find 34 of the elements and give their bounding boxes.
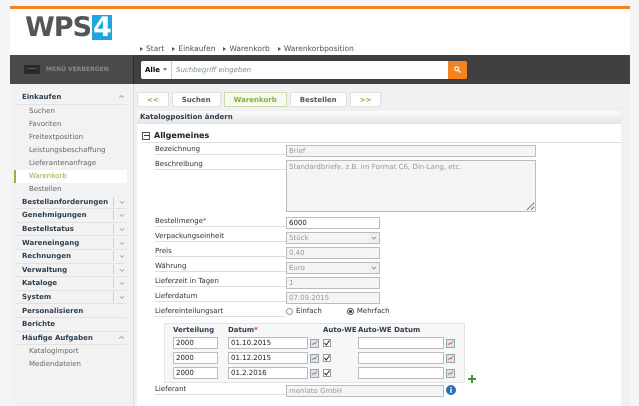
chevron-icon[interactable] <box>113 292 127 302</box>
caret-icon <box>162 68 167 71</box>
date-field[interactable] <box>358 337 444 349</box>
radio-button[interactable] <box>346 308 354 314</box>
collapse-toggle[interactable] <box>142 132 150 140</box>
date-field[interactable] <box>358 352 444 364</box>
checkbox[interactable] <box>323 369 331 377</box>
calendar-icon[interactable] <box>446 354 455 362</box>
date-field[interactable] <box>358 367 444 379</box>
checkbox[interactable] <box>323 354 331 362</box>
chevron-icon[interactable] <box>113 210 127 220</box>
chevron-icon[interactable] <box>113 264 127 275</box>
chevron-icon[interactable] <box>113 196 127 207</box>
calendar-icon[interactable] <box>446 368 455 378</box>
logo: WPS4 <box>25 12 112 43</box>
search-icon <box>454 65 461 74</box>
add-icon[interactable] <box>468 375 476 383</box>
calendar-icon[interactable] <box>446 338 455 348</box>
radio-button[interactable] <box>286 308 293 314</box>
search-button[interactable] <box>448 60 467 78</box>
section-title: Allgemeines <box>154 131 210 140</box>
info-icon[interactable] <box>446 385 456 395</box>
chevron-icon[interactable] <box>113 278 127 288</box>
caret-icon <box>369 263 379 273</box>
calendar-icon[interactable] <box>310 354 319 362</box>
chevron-icon[interactable] <box>113 224 127 234</box>
calendar-icon[interactable] <box>310 368 319 378</box>
chevron-icon[interactable] <box>113 238 127 248</box>
menu-icon <box>24 65 40 74</box>
checkbox[interactable] <box>323 339 331 347</box>
caret-icon <box>369 233 379 243</box>
calendar-icon[interactable] <box>310 338 319 348</box>
minus-icon <box>144 133 148 138</box>
chevron-icon[interactable] <box>113 251 127 262</box>
